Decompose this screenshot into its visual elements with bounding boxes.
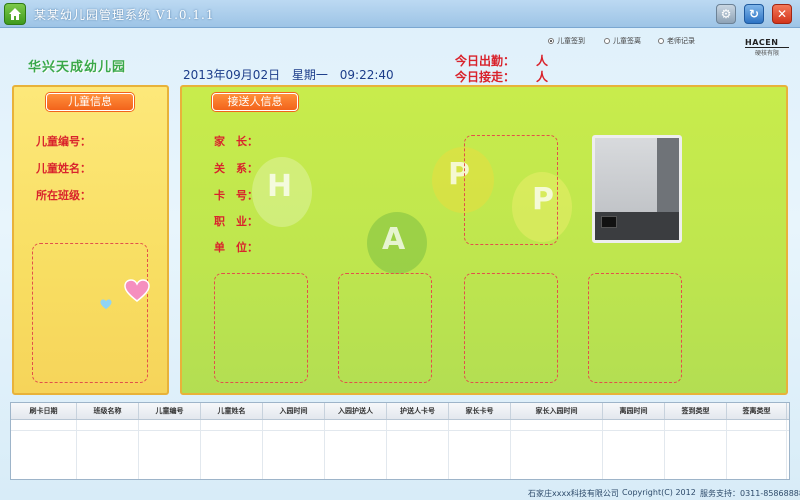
column-header[interactable]: 入园护送人 (325, 403, 387, 419)
balloon-letter: A (382, 222, 406, 257)
child-name-label: 儿童姓名： (36, 162, 91, 175)
column-header[interactable]: 儿童编号 (139, 403, 201, 419)
column-header[interactable]: 护送人卡号 (387, 403, 449, 419)
pickup-label: 今日接走： (455, 70, 516, 84)
child-info-header: 儿童信息 (46, 93, 134, 111)
child-info-panel: 儿童信息 儿童编号： 儿童姓名： 所在班级： (12, 85, 169, 395)
option-label: 儿童签到 (557, 37, 585, 45)
pickup-value: 人 (536, 70, 549, 84)
footer-copyright: Copyright(C) 2012 (622, 488, 696, 497)
photo-frame (214, 273, 308, 383)
employer-label: 单 位： (214, 241, 258, 254)
weekday-text: 星期一 (291, 68, 328, 82)
option-checkin[interactable]: 儿童签到 (548, 36, 585, 46)
minimize-icon[interactable]: ↻ (744, 4, 764, 24)
table-header: 刷卡日期 班级名称 儿童编号 儿童姓名 入园时间 入园护送人 护送人卡号 家长卡… (11, 403, 789, 420)
photo-frame (464, 273, 558, 383)
occupation-label: 职 业： (214, 215, 258, 228)
option-label: 儿童签离 (613, 37, 641, 45)
camera-photo (592, 135, 682, 243)
child-class-label: 所在班级： (36, 189, 91, 202)
column-header[interactable]: 刷卡日期 (11, 403, 77, 419)
records-table[interactable]: 刷卡日期 班级名称 儿童编号 儿童姓名 入园时间 入园护送人 护送人卡号 家长卡… (10, 402, 790, 480)
picker-info-panel: H A P P 接送人信息 家 长： 关 系： 卡 号： 职 业： 单 位： (180, 85, 788, 395)
radio-icon[interactable] (604, 38, 610, 44)
home-icon[interactable] (4, 3, 26, 25)
attendance-label: 今日出勤： (455, 54, 516, 68)
column-header[interactable]: 入园时间 (263, 403, 325, 419)
child-id-label: 儿童编号： (36, 135, 91, 148)
photo-frame (588, 273, 682, 383)
heart-icon (124, 279, 150, 302)
radio-icon[interactable] (548, 38, 554, 44)
date-text: 2013年09月02日 (183, 68, 281, 82)
card-number-label: 卡 号： (214, 189, 258, 202)
column-header[interactable]: 签到类型 (665, 403, 727, 419)
column-header[interactable]: 儿童姓名 (201, 403, 263, 419)
column-header[interactable]: 家长卡号 (449, 403, 511, 419)
footer-support: 服务支持：0311-85868888 (700, 489, 800, 498)
column-header[interactable]: 离园时间 (603, 403, 665, 419)
settings-icon[interactable]: ⚙ (716, 4, 736, 24)
balloon-letter: H (267, 169, 293, 204)
column-header[interactable]: 家长入园时间 (511, 403, 603, 419)
photo-frame (338, 273, 432, 383)
close-icon[interactable]: ✕ (772, 4, 792, 24)
company-logo: HACEN 硬核有限 (745, 38, 789, 58)
child-photo-frame (32, 243, 148, 383)
logo-text: HACEN (745, 38, 789, 48)
option-checkout[interactable]: 儿童签离 (604, 36, 641, 46)
option-label: 老师记录 (667, 37, 695, 45)
relation-label: 关 系： (214, 162, 258, 175)
kindergarten-name: 华兴天成幼儿园 (28, 60, 127, 75)
logo-subtext: 硬核有限 (754, 50, 779, 57)
heart-icon (100, 299, 112, 310)
title-bar: 某某幼儿园管理系统 V1.0.1.1 ⚙ ↻ ✕ (0, 0, 800, 28)
table-row[interactable] (11, 430, 789, 431)
datetime-display: 2013年09月02日 星期一 09:22:40 (183, 66, 402, 83)
radio-icon[interactable] (658, 38, 664, 44)
picker-info-header: 接送人信息 (212, 93, 298, 111)
attendance-value: 人 (536, 54, 549, 68)
app-title: 某某幼儿园管理系统 V1.0.1.1 (34, 8, 215, 22)
footer-company: 石家庄xxxx科技有限公司 (528, 489, 619, 498)
time-text: 09:22:40 (339, 68, 394, 82)
parent-label: 家 长： (214, 135, 258, 148)
column-header[interactable]: 班级名称 (77, 403, 139, 419)
option-teacher-record[interactable]: 老师记录 (658, 36, 695, 46)
photo-frame (464, 135, 558, 245)
table-body (11, 420, 789, 479)
column-header[interactable]: 签离类型 (727, 403, 787, 419)
